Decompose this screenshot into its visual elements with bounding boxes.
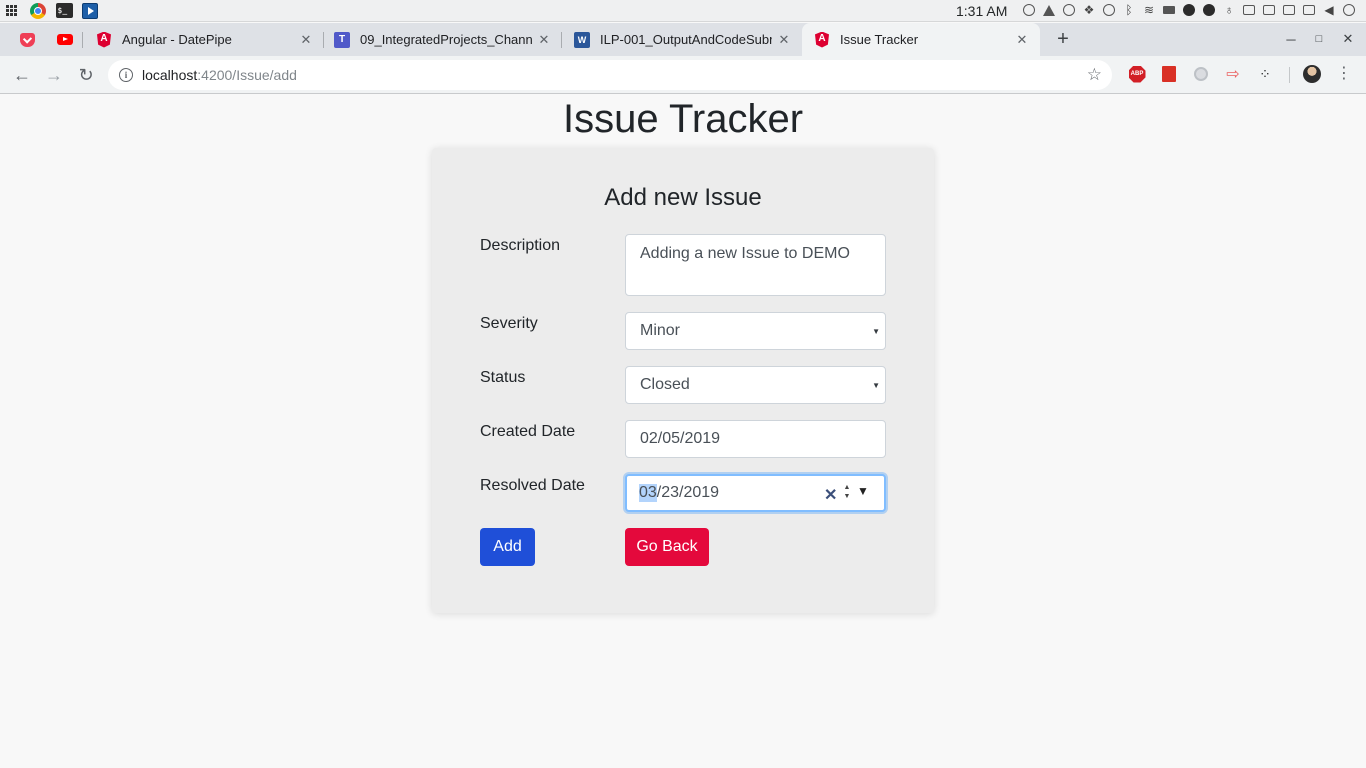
new-tab-button[interactable]: + [1052, 28, 1074, 50]
system-tray: ❖ ᛒ ≋ ♁ ◀ [1022, 3, 1362, 17]
tab-title: Issue Tracker [840, 32, 919, 47]
clipboard-icon[interactable] [1242, 3, 1256, 17]
close-icon[interactable]: ✕ [776, 32, 792, 48]
vlc-icon[interactable] [1042, 3, 1056, 17]
disc-ext-icon[interactable] [1192, 65, 1210, 83]
reload-button[interactable]: ↻ [72, 61, 100, 89]
wifi-icon[interactable]: ≋ [1142, 3, 1156, 17]
resolved-date-input[interactable]: 03/23/2019 ✕ ▲ ▼ ▼ [625, 474, 886, 512]
tab-pinned-pocket[interactable] [9, 23, 45, 56]
minimize-button[interactable]: ─ [1280, 28, 1302, 50]
sdcard-icon[interactable] [1302, 3, 1316, 17]
clock-icon[interactable] [1102, 3, 1116, 17]
add-button[interactable]: Add [480, 528, 535, 566]
created-date-value: 02/05/2019 [640, 430, 721, 447]
go-back-button[interactable]: Go Back [625, 528, 709, 566]
chevron-down-icon: ▼ [872, 381, 880, 390]
adblock-plus-icon[interactable]: ABP [1128, 65, 1146, 83]
bookmark-star-icon[interactable]: ☆ [1087, 65, 1102, 85]
page-title: Issue Tracker [562, 97, 804, 141]
circle-icon[interactable] [1182, 3, 1196, 17]
profile-avatar[interactable] [1303, 65, 1321, 83]
close-window-button[interactable]: ✕ [1337, 28, 1359, 50]
tab-ilp-output[interactable]: W ILP-001_OutputAndCodeSubr ✕ [562, 23, 802, 56]
date-picker-dropdown-icon[interactable]: ▼ [857, 484, 869, 498]
status-value: Closed [640, 376, 690, 393]
os-top-panel: $_ 1:31 AM ❖ ᛒ ≋ ♁ ◀ [0, 0, 1366, 22]
severity-label: Severity [480, 315, 538, 332]
close-icon[interactable]: ✕ [1014, 32, 1030, 48]
spin-up-icon[interactable]: ▲ [844, 483, 851, 492]
severity-value: Minor [640, 322, 681, 339]
description-textarea[interactable]: Adding a new Issue to DEMO [625, 234, 886, 296]
vscode-taskbar-icon[interactable] [80, 1, 100, 21]
maximize-button[interactable]: □ [1308, 28, 1330, 50]
browser-menu-icon[interactable]: ⋮ [1336, 64, 1352, 84]
status-select[interactable]: Closed ▼ [625, 366, 886, 404]
tab-title: Angular - DatePipe [122, 32, 232, 47]
bluetooth-icon[interactable]: ᛒ [1122, 3, 1136, 17]
address-bar[interactable]: i localhost:4200/Issue/add ☆ [108, 60, 1112, 90]
battery-icon[interactable] [1162, 3, 1176, 17]
created-date-input[interactable]: 02/05/2019 [625, 420, 886, 458]
card-title: Add new Issue [604, 184, 762, 211]
url-host: localhost [142, 67, 198, 83]
download-icon[interactable] [1202, 3, 1216, 17]
angular-icon [814, 31, 830, 48]
pocket-icon [19, 32, 35, 48]
os-clock[interactable]: 1:31 AM [956, 0, 1007, 22]
url-path: :4200/Issue/add [197, 67, 297, 83]
teams-icon: T [334, 31, 350, 48]
resolved-date-rest: /23/2019 [656, 484, 720, 501]
status-label: Status [480, 369, 526, 386]
tab-integrated-projects[interactable]: T 09_IntegratedProjects_Chann ✕ [322, 23, 562, 56]
browser-toolbar: ← → ↻ i localhost:4200/Issue/add ☆ ABP ⇨… [0, 56, 1366, 94]
pause-icon[interactable] [1062, 3, 1076, 17]
youtube-icon [57, 32, 73, 48]
date-spinner[interactable]: ▲ ▼ [841, 482, 853, 502]
volume-icon[interactable]: ◀ [1322, 3, 1336, 17]
spin-down-icon[interactable]: ▼ [844, 492, 851, 501]
info-circle-icon[interactable] [1022, 3, 1036, 17]
app-launcher-icon[interactable] [0, 0, 22, 22]
tab-title: ILP-001_OutputAndCodeSubr [600, 32, 772, 47]
resolved-date-month-segment[interactable]: 03 [639, 484, 657, 502]
dropbox-icon[interactable]: ❖ [1082, 3, 1096, 17]
chrome-taskbar-icon[interactable] [28, 1, 48, 21]
back-button[interactable]: ← [8, 61, 36, 89]
tab-issue-tracker[interactable]: Issue Tracker ✕ [802, 23, 1040, 56]
browser-tab-strip: Angular - DatePipe ✕ T 09_IntegratedProj… [0, 23, 1366, 56]
tab-angular-datepipe[interactable]: Angular - DatePipe ✕ [84, 23, 324, 56]
word-icon: W [574, 31, 590, 48]
resolved-date-label: Resolved Date [480, 477, 585, 494]
angular-icon [96, 31, 112, 48]
site-info-icon[interactable]: i [119, 68, 133, 82]
chevron-down-icon: ▼ [872, 327, 880, 336]
bulb-icon[interactable]: ♁ [1222, 3, 1236, 17]
forward-button[interactable]: → [40, 61, 68, 89]
toolbar-divider [1289, 67, 1290, 83]
tab-title: 09_IntegratedProjects_Chann [360, 32, 532, 47]
clear-date-icon[interactable]: ✕ [824, 485, 837, 505]
usb-icon[interactable] [1262, 3, 1276, 17]
description-label: Description [480, 237, 561, 254]
close-icon[interactable]: ✕ [536, 32, 552, 48]
tab-pinned-youtube[interactable] [47, 23, 83, 56]
severity-select[interactable]: Minor ▼ [625, 312, 886, 350]
dots-ext-icon[interactable]: ⁘ [1256, 65, 1274, 83]
created-date-label: Created Date [480, 423, 576, 440]
bookmark-ext-icon[interactable] [1160, 65, 1178, 83]
power-icon[interactable] [1342, 3, 1356, 17]
close-icon[interactable]: ✕ [298, 32, 314, 48]
keyboard-icon[interactable] [1282, 3, 1296, 17]
share-ext-icon[interactable]: ⇨ [1224, 65, 1242, 83]
terminal-taskbar-icon[interactable]: $_ [54, 1, 74, 21]
